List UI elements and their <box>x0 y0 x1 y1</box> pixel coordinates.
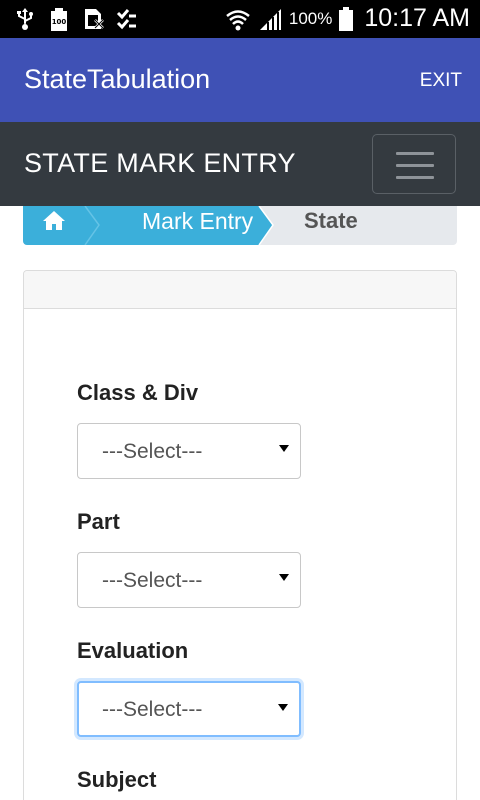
signal-icon <box>259 8 281 30</box>
home-icon[interactable] <box>42 209 66 231</box>
class-div-label: Class & Div <box>77 380 199 405</box>
evaluation-select-value: ---Select--- <box>102 698 203 721</box>
status-bar: 100 100% 10:17 AM <box>0 0 480 38</box>
breadcrumb-mark-entry[interactable]: Mark Entry <box>142 208 253 235</box>
navbar: STATE MARK ENTRY <box>0 122 480 206</box>
battery-100-icon: 100 <box>51 8 67 31</box>
part-label: Part <box>77 509 120 534</box>
battery-icon <box>339 6 354 31</box>
hamburger-menu-icon <box>396 152 434 155</box>
evaluation-label: Evaluation <box>77 638 189 663</box>
class-div-select-value: ---Select--- <box>102 440 203 463</box>
caret-down-icon <box>279 574 289 581</box>
svg-text:100: 100 <box>52 18 67 26</box>
wifi-icon <box>226 9 250 30</box>
caret-down-icon <box>278 704 288 711</box>
caret-down-icon <box>279 445 289 452</box>
class-div-select[interactable]: ---Select--- <box>77 423 301 479</box>
page-title: STATE MARK ENTRY <box>24 148 296 178</box>
battery-percent: 100% <box>288 8 333 28</box>
app-title: StateTabulation <box>24 64 211 94</box>
hamburger-menu-icon-bar <box>396 164 434 167</box>
status-clock: 10:17 AM <box>364 4 470 32</box>
breadcrumb-state: State <box>304 208 358 233</box>
subject-label: Subject <box>77 767 157 792</box>
card-header <box>24 271 456 309</box>
hamburger-menu-button[interactable] <box>372 134 456 194</box>
status-bar-right: 100% 10:17 AM <box>225 4 470 33</box>
no-sim-icon <box>85 9 104 29</box>
status-bar-left-icons: 100 <box>14 7 138 31</box>
evaluation-select[interactable]: ---Select--- <box>77 681 301 737</box>
app-bar: StateTabulation EXIT <box>0 38 480 122</box>
hamburger-menu-icon-bar <box>396 176 434 179</box>
usb-icon <box>17 8 33 30</box>
part-select[interactable]: ---Select--- <box>77 552 301 608</box>
exit-button[interactable]: EXIT <box>420 70 462 92</box>
part-select-value: ---Select--- <box>102 569 203 592</box>
checklist-icon <box>116 9 136 30</box>
breadcrumb: Mark Entry State <box>23 206 457 245</box>
